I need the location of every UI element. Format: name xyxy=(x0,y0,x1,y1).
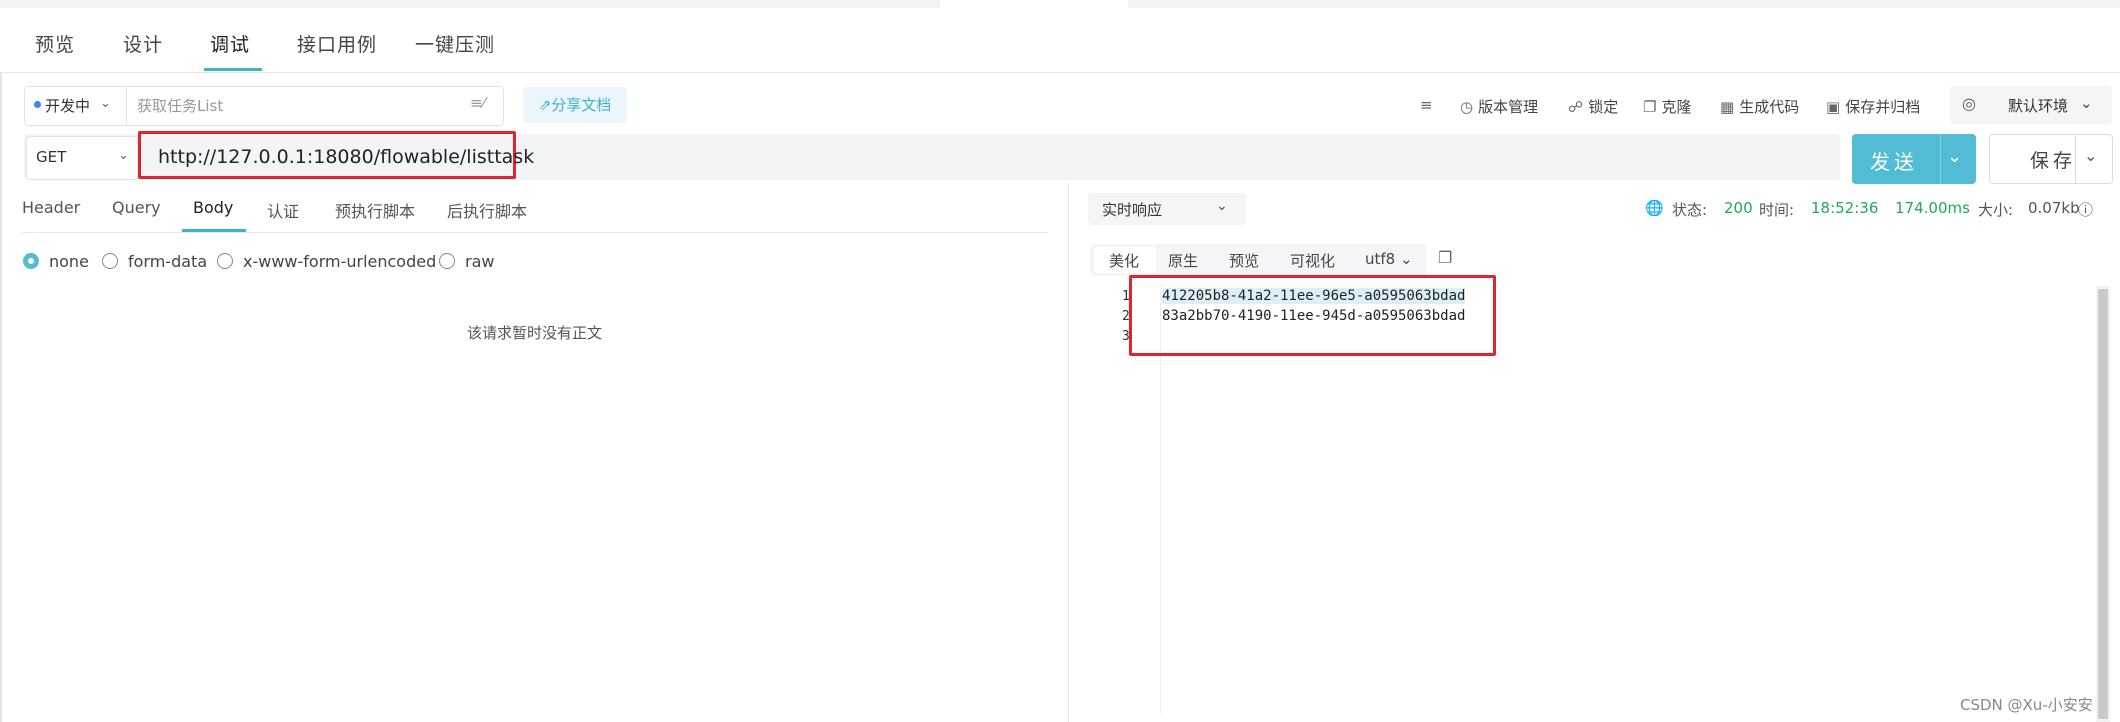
environment-label: 默认环境 xyxy=(2008,97,2069,115)
gen-code-label: 生成代码 xyxy=(1739,98,1800,116)
radio-raw[interactable] xyxy=(439,253,455,269)
tab-design[interactable]: 设计 xyxy=(123,30,163,57)
radio-none-label: none xyxy=(49,252,89,271)
top-nav: 预览 设计 调试 接口用例 一键压测 xyxy=(0,0,2120,73)
empty-body-message: 该请求暂时没有正文 xyxy=(467,324,603,342)
archive-icon: ▣ xyxy=(1826,98,1841,116)
divider xyxy=(2075,135,2076,183)
radio-urlencoded-label: x-www-form-urlencoded xyxy=(243,252,437,271)
encoding-label: utf8 xyxy=(1365,250,1396,268)
share-label: 分享文档 xyxy=(551,96,612,114)
version-button[interactable]: ◷ 版本管理 xyxy=(1460,96,1538,117)
chevron-down-icon[interactable]: ⌄ xyxy=(2080,94,2093,112)
response-mode-label: 实时响应 xyxy=(1102,201,1163,219)
edit-icon[interactable]: ≡⁄ xyxy=(470,94,485,112)
top-strip xyxy=(0,0,940,8)
lock-label: 锁定 xyxy=(1588,98,1619,116)
lock-button[interactable]: ☍ 锁定 xyxy=(1568,96,1618,117)
send-dropdown-icon[interactable]: ⌄ xyxy=(1947,146,1962,167)
menu-icon[interactable]: ≡ xyxy=(1420,96,1438,114)
share-doc-button[interactable]: ⇗分享文档 xyxy=(523,87,627,123)
response-highlight-box xyxy=(1129,275,1496,356)
task-name-input[interactable]: 获取任务List xyxy=(137,95,223,116)
url-input[interactable]: http://127.0.0.1:18080/flowable/listtask xyxy=(158,146,534,168)
watermark: CSDN @Xu-小安安 xyxy=(1960,696,2093,714)
copy-icon: ❐ xyxy=(1643,98,1657,116)
task-header xyxy=(24,86,504,126)
tab-preview[interactable]: 预览 xyxy=(35,30,75,57)
method-label: GET xyxy=(36,148,67,166)
chevron-down-icon[interactable]: ⌄ xyxy=(118,148,129,163)
radio-none[interactable] xyxy=(23,253,39,269)
clone-button[interactable]: ❐ 克隆 xyxy=(1643,96,1691,117)
format-raw[interactable]: 原生 xyxy=(1168,250,1198,271)
tab-test-cases[interactable]: 接口用例 xyxy=(297,30,377,57)
save-dropdown-icon[interactable]: ⌄ xyxy=(2084,146,2097,165)
format-visualize[interactable]: 可视化 xyxy=(1290,250,1335,271)
scrollbar-thumb[interactable] xyxy=(2098,289,2108,719)
tab-pre-script[interactable]: 预执行脚本 xyxy=(335,198,415,222)
chevron-down-icon[interactable]: ⌄ xyxy=(1216,198,1228,214)
clock-icon: ◷ xyxy=(1460,98,1474,116)
save-label: 保存 xyxy=(2030,150,2077,172)
code-icon: ▦ xyxy=(1720,98,1735,116)
copy-icon[interactable]: ❐ xyxy=(1438,248,1452,267)
tab-body[interactable]: Body xyxy=(193,198,233,217)
divider xyxy=(22,232,1048,233)
response-duration: 174.00ms xyxy=(1895,199,1970,217)
globe-icon: 🌐 xyxy=(1645,199,1664,217)
tab-post-script[interactable]: 后执行脚本 xyxy=(447,198,527,222)
info-icon[interactable]: ⓘ xyxy=(2078,199,2093,220)
chevron-down-icon: ⌄ xyxy=(1400,250,1413,268)
tab-query[interactable]: Query xyxy=(112,198,161,217)
save-archive-button[interactable]: ▣ 保存并归档 xyxy=(1826,96,1920,117)
radio-form-data-label: form-data xyxy=(128,252,208,271)
format-preview[interactable]: 预览 xyxy=(1229,250,1259,271)
encoding-select[interactable]: utf8 ⌄ xyxy=(1365,250,1413,268)
save-archive-label: 保存并归档 xyxy=(1845,98,1921,116)
radio-raw-label: raw xyxy=(465,252,495,271)
response-size: 0.07kb xyxy=(2028,199,2080,217)
radio-form-data[interactable] xyxy=(102,253,118,269)
version-label: 版本管理 xyxy=(1478,98,1539,116)
gen-code-button[interactable]: ▦ 生成代码 xyxy=(1720,96,1799,117)
tab-debug[interactable]: 调试 xyxy=(210,30,250,57)
send-label: 发送 xyxy=(1870,150,1918,174)
format-pretty[interactable]: 美化 xyxy=(1109,250,1139,271)
top-strip xyxy=(1128,0,2120,8)
response-time: 18:52:36 xyxy=(1811,199,1879,217)
env-status-select[interactable]: 开发中 xyxy=(45,95,90,116)
clone-label: 克隆 xyxy=(1661,98,1692,116)
status-label: 状态: xyxy=(1672,201,1708,219)
divider xyxy=(126,87,127,125)
active-tab-indicator xyxy=(204,68,262,71)
divider xyxy=(1940,134,1941,184)
lock-icon: ☍ xyxy=(1568,98,1584,116)
size-label: 大小: xyxy=(1978,201,2014,219)
status-dot-icon xyxy=(34,101,41,108)
tab-header[interactable]: Header xyxy=(22,198,80,217)
radio-urlencoded[interactable] xyxy=(217,253,233,269)
time-label: 时间: xyxy=(1759,201,1795,219)
eye-icon[interactable]: ◎ xyxy=(1962,94,1976,113)
chevron-down-icon[interactable]: ⌄ xyxy=(100,96,111,111)
left-border xyxy=(0,72,2,722)
tab-auth[interactable]: 认证 xyxy=(267,198,299,222)
panel-divider[interactable] xyxy=(1068,183,1069,722)
share-icon: ⇗ xyxy=(538,96,552,114)
tab-load-test[interactable]: 一键压测 xyxy=(415,30,495,57)
status-code: 200 xyxy=(1724,199,1753,217)
